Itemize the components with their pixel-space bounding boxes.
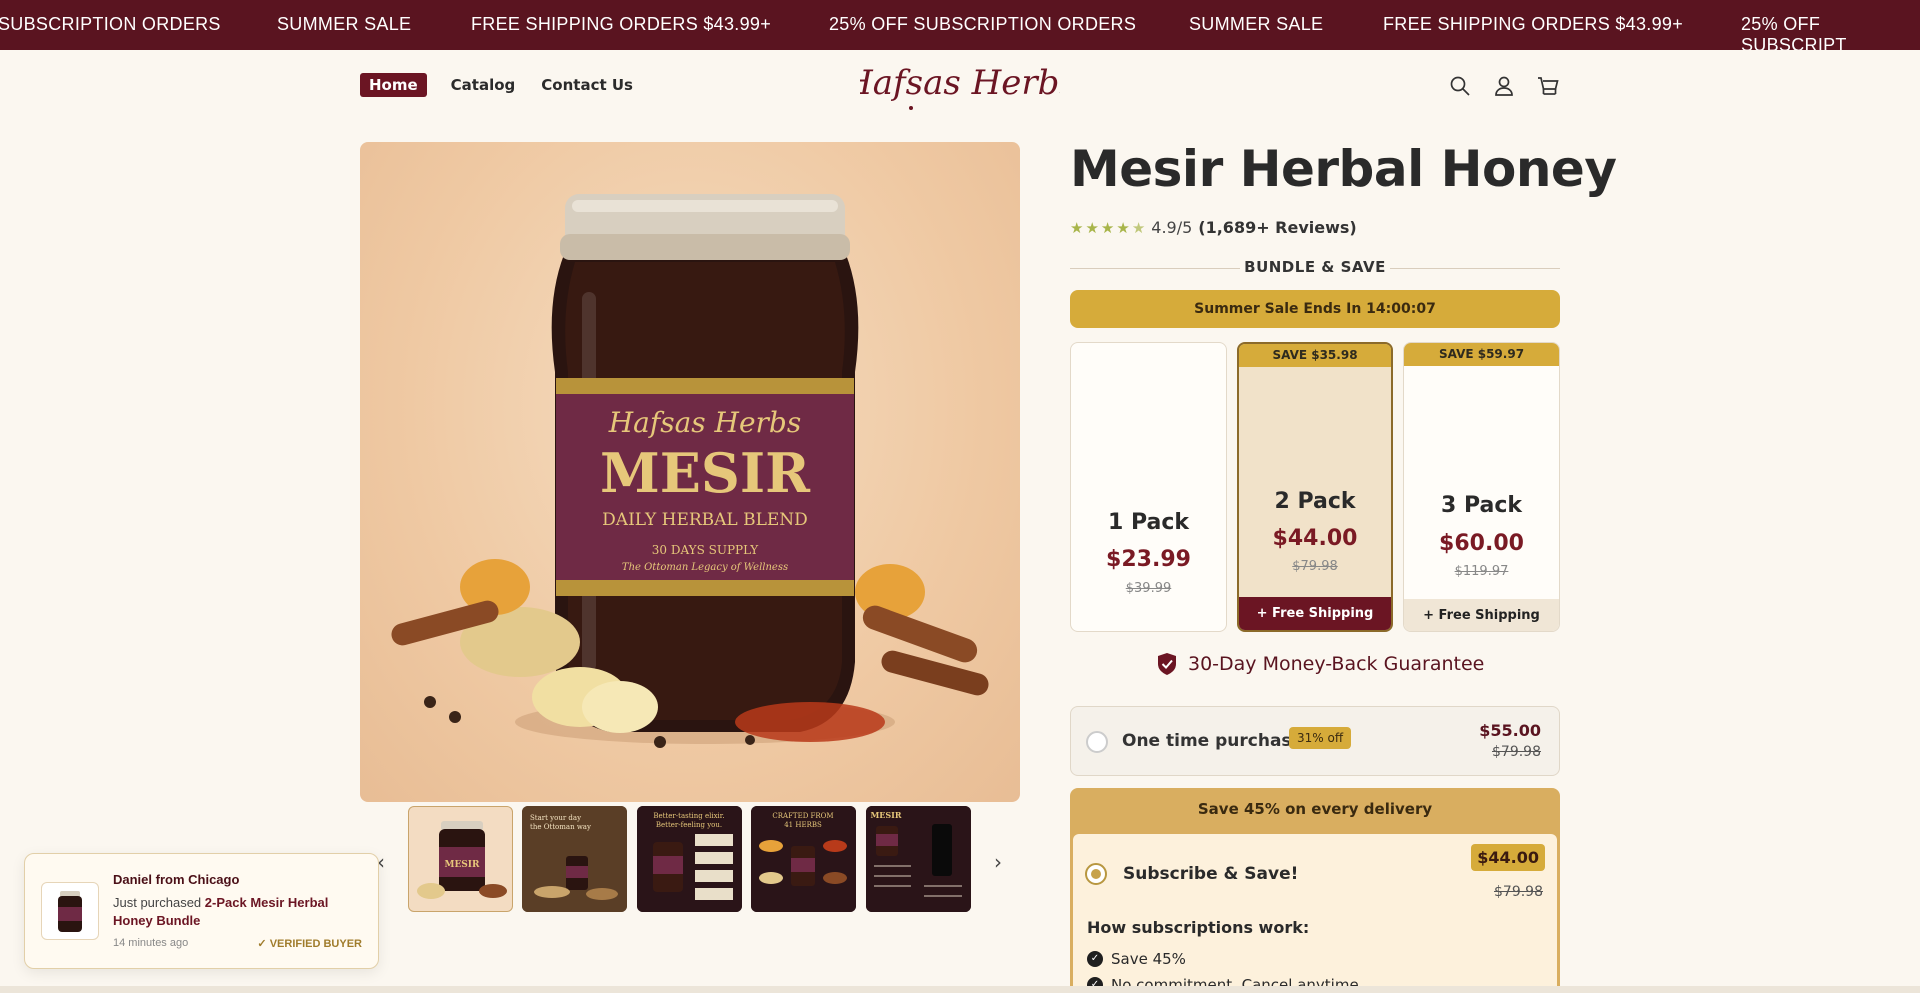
jar-name-text: MESIR: [600, 441, 811, 505]
svg-text:41 HERBS: 41 HERBS: [784, 821, 822, 829]
nav-contact-us[interactable]: Contact Us: [539, 73, 635, 97]
one-time-old-price: $79.98: [1492, 744, 1541, 760]
jar-supply-text: 30 DAYS SUPPLY: [652, 543, 760, 557]
horizontal-scrollbar[interactable]: [0, 986, 1920, 993]
subscribe-option[interactable]: Save 45% on every delivery Subscribe & S…: [1070, 788, 1560, 993]
thumbnail-5[interactable]: MESIR: [866, 806, 971, 912]
pack-name: 1 Pack: [1107, 510, 1190, 535]
pack-free-shipping: + Free Shipping: [1404, 599, 1559, 631]
one-time-purchase-option[interactable]: One time purchase 31% off $55.00 $79.98: [1070, 706, 1560, 776]
pack-name: 2 Pack: [1274, 489, 1356, 514]
toast-buyer-name: Daniel from Chicago: [113, 872, 240, 887]
jar-brand-text: Hafsas Herbs: [608, 406, 801, 439]
search-icon[interactable]: [1448, 74, 1472, 98]
main-nav: Home Catalog Contact Us: [360, 73, 635, 97]
half-star-icon: ★: [1131, 218, 1146, 237]
benefit-item: ✓ Save 45%: [1087, 950, 1186, 968]
bundle-heading: BUNDLE & SAVE: [1070, 258, 1560, 278]
svg-text:CRAFTED FROM: CRAFTED FROM: [772, 812, 833, 820]
svg-text:Better-feeling you.: Better-feeling you.: [656, 821, 722, 829]
pack-old-price: $39.99: [1125, 581, 1172, 596]
announcement-item: SUMMER SALE: [277, 14, 412, 34]
svg-text:MESIR: MESIR: [444, 860, 480, 870]
pack-price: $23.99: [1106, 547, 1191, 572]
announcement-item: FREE SHIPPING ORDERS $43.99+: [471, 14, 772, 34]
product-thumbnails: ‹ MESIR Start your day the Ottoman way B…: [360, 806, 1020, 914]
header-icons: [1448, 74, 1560, 98]
star-icon: ★: [1116, 218, 1130, 237]
subscribe-label: Subscribe & Save!: [1123, 864, 1299, 884]
one-time-label: One time purchase: [1122, 731, 1304, 751]
pack-save-badge: SAVE $59.97: [1404, 343, 1559, 366]
star-icon: ★: [1085, 218, 1099, 237]
announcement-item: 25% OFF SUBSCRIPT: [1741, 14, 1847, 50]
nav-catalog[interactable]: Catalog: [449, 73, 518, 97]
pack-name: 3 Pack: [1440, 493, 1523, 518]
product-title: Mesir Herbal Honey: [1070, 140, 1617, 198]
pack-option-2[interactable]: SAVE $35.98 2 Pack $44.00 $79.98 + Free …: [1237, 342, 1393, 632]
one-time-price: $55.00: [1479, 721, 1541, 740]
announcement-item: 25% OFF SUBSCRIPTION ORDERS: [829, 14, 1137, 34]
shield-check-icon: [1158, 653, 1176, 675]
product-rating[interactable]: ★ ★ ★ ★ ★ 4.9/5 (1,689+ Reviews): [1070, 218, 1357, 237]
recent-purchase-toast[interactable]: Daniel from Chicago Just purchased 2-Pac…: [24, 853, 379, 969]
thumbnail-2[interactable]: Start your day the Ottoman way: [522, 806, 627, 912]
subscribe-old-price: $79.98: [1494, 884, 1543, 900]
announcement-item: SUBSCRIPTION ORDERS: [0, 14, 221, 34]
star-icon: ★: [1100, 218, 1115, 237]
svg-text:MESIR: MESIR: [870, 810, 901, 820]
toast-product-image: [41, 882, 99, 940]
sale-countdown-bar: Summer Sale Ends In 14:00:07: [1070, 290, 1560, 328]
benefit-text: Save 45%: [1111, 950, 1186, 968]
account-icon[interactable]: [1492, 74, 1516, 98]
jar-tagline-text: The Ottoman Legacy of Wellness: [622, 562, 788, 573]
thumbnail-1[interactable]: MESIR: [408, 806, 513, 912]
pack-old-price: $79.98: [1292, 559, 1338, 574]
guarantee-text: 30-Day Money-Back Guarantee: [1188, 653, 1485, 675]
bundle-heading-text: BUNDLE & SAVE: [1244, 258, 1386, 276]
subscribe-price: $44.00: [1471, 844, 1545, 871]
toast-message: Just purchased 2-Pack Mesir Herbal Honey…: [113, 894, 363, 930]
nav-home[interactable]: Home: [360, 73, 427, 97]
pack-old-price: $119.97: [1454, 564, 1509, 579]
pack-option-1[interactable]: 1 Pack $23.99 $39.99: [1070, 342, 1227, 632]
one-time-radio[interactable]: [1086, 731, 1108, 753]
toast-time: 14 minutes ago: [113, 937, 189, 949]
site-logo[interactable]: Hafsas Herbs: [842, 56, 1077, 116]
cart-icon[interactable]: [1536, 74, 1560, 98]
how-subscriptions-work: How subscriptions work:: [1087, 918, 1310, 937]
pack-free-shipping: + Free Shipping: [1239, 597, 1391, 630]
svg-text:Hafsas Herbs: Hafsas Herbs: [860, 63, 1060, 103]
rating-stars: ★ ★ ★ ★ ★: [1070, 219, 1145, 237]
rating-reviews-count[interactable]: (1,689+ Reviews): [1198, 218, 1356, 237]
subscribe-radio[interactable]: [1085, 863, 1107, 885]
svg-text:Start your day: Start your day: [530, 814, 581, 822]
pack-save-badge: SAVE $35.98: [1239, 344, 1391, 367]
thumb-next-arrow-icon[interactable]: ›: [994, 850, 1002, 874]
pack-price: $44.00: [1272, 526, 1358, 551]
announcement-item: SUMMER SALE: [1189, 14, 1324, 34]
money-back-guarantee: 30-Day Money-Back Guarantee: [1156, 652, 1484, 676]
subscribe-panel: Subscribe & Save! $44.00 $79.98 How subs…: [1073, 834, 1557, 993]
verified-buyer-badge: ✓ VERIFIED BUYER: [257, 938, 362, 950]
announcement-bar: SUBSCRIPTION ORDERS SUMMER SALE FREE SHI…: [0, 0, 1920, 50]
product-main-image[interactable]: Hafsas Herbs MESIR DAILY HERBAL BLEND 30…: [360, 142, 1020, 802]
svg-text:the Ottoman way: the Ottoman way: [530, 823, 591, 831]
announcement-item: FREE SHIPPING ORDERS $43.99+: [1383, 14, 1684, 34]
thumbnail-4[interactable]: CRAFTED FROM 41 HERBS: [751, 806, 856, 912]
jar-subtitle-text: DAILY HERBAL BLEND: [602, 510, 808, 530]
toast-prefix: Just purchased: [113, 895, 202, 910]
check-icon: ✓: [1087, 951, 1103, 967]
pack-price: $60.00: [1439, 531, 1524, 556]
rating-score: 4.9/5: [1151, 218, 1193, 237]
star-icon: ★: [1070, 218, 1084, 237]
site-header: Home Catalog Contact Us Hafsas Herbs: [0, 50, 1920, 122]
svg-text:Better-tasting elixir.: Better-tasting elixir.: [653, 812, 724, 820]
pack-option-3[interactable]: SAVE $59.97 3 Pack $60.00 $119.97 + Free…: [1403, 342, 1560, 632]
subscribe-header: Save 45% on every delivery: [1197, 800, 1433, 818]
discount-badge: 31% off: [1289, 727, 1352, 749]
thumbnail-3[interactable]: Better-tasting elixir. Better-feeling yo…: [637, 806, 742, 912]
